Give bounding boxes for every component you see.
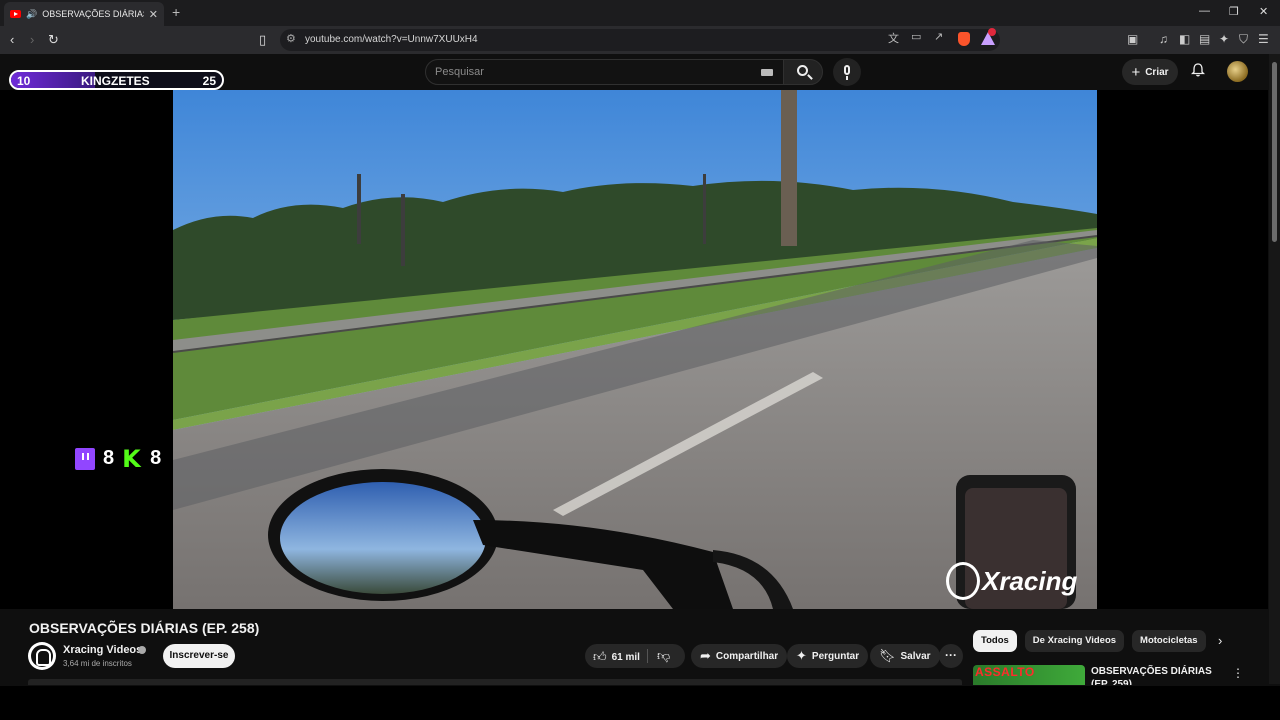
verified-icon [138,646,146,654]
create-button[interactable]: + Criar [1122,59,1178,85]
tab-title: OBSERVAÇÕES DIÁRIAS (EP. 258) [42,9,144,19]
spartan-helmet-icon [946,562,980,600]
search-box[interactable]: Pesquisar [425,59,784,85]
share-arrow-icon: ➦ [700,648,711,663]
search-button[interactable] [783,59,823,85]
like-button[interactable]: 👍︎ 61 mil [593,649,640,665]
voice-search-button[interactable] [833,58,861,86]
chip-motorcycles[interactable]: Motocicletas [1132,630,1206,652]
video-frame[interactable] [173,90,1097,609]
notifications-bell-icon[interactable] [1191,63,1205,77]
stream-scoreboard: 10 KINGZETES 25 [9,70,224,90]
microphone-stand [846,76,848,80]
like-divider [647,649,648,663]
speaker-icon[interactable]: 🔊 [26,9,37,20]
brave-shields-icon[interactable] [958,32,970,46]
restore-icon[interactable]: ❐ [1229,5,1239,18]
search-input[interactable]: Pesquisar [435,66,484,78]
scoreboard-right-value: 25 [202,74,216,88]
keyboard-icon[interactable] [761,69,773,76]
thumbnail-text: ASSALTO [975,665,1035,679]
forward-icon[interactable]: › [30,32,34,47]
scrollbar-thumb[interactable] [1272,62,1277,242]
channel-avatar[interactable] [28,642,56,670]
wallet-icon[interactable]: ▤ [1199,32,1210,46]
taskbar-area [0,686,1280,720]
youtube-favicon-icon [10,10,21,18]
chips-next-icon[interactable]: › [1218,633,1222,648]
back-icon[interactable]: ‹ [10,32,14,47]
sparkle-icon: ✦ [796,648,807,663]
site-settings-icon[interactable]: ⚙ [286,32,296,45]
new-tab-button[interactable]: + [172,4,180,20]
search-icon [797,65,808,76]
scoreboard-left-value: 10 [17,74,31,88]
user-avatar[interactable] [1227,61,1248,82]
vpn-icon[interactable]: ⛉ [1239,32,1248,47]
video-title: OBSERVAÇÕES DIÁRIAS (EP. 258) [29,620,260,636]
create-label: Criar [1145,66,1169,78]
share-icon[interactable]: ↗ [934,30,943,43]
page-scrollbar[interactable] [1269,54,1280,684]
chip-from-channel[interactable]: De Xracing Videos [1024,630,1125,652]
rewards-badge [988,28,996,36]
share-button[interactable]: ➦ Compartilhar [691,644,788,668]
thumbs-down-icon: 👎︎ [657,648,671,663]
watermark-text: Xracing [982,565,1078,596]
channel-name[interactable]: Xracing Videos [63,644,142,656]
save-button[interactable]: 🔖︎ Salvar [870,644,940,668]
subscribe-button[interactable]: Inscrever-se [163,644,235,668]
scoreboard-name: KINGZETES [81,74,150,88]
bookmark-icon[interactable]: ▯ [259,32,266,48]
subscriber-count: 3,64 mi de inscritos [63,659,132,668]
recommended-video-title[interactable]: OBSERVAÇÕES DIÁRIAS (EP. 259) [1091,665,1216,685]
recommended-more-icon[interactable]: ⋮ [1232,666,1244,680]
kick-icon: K [122,444,141,473]
save-label: Salvar [900,650,931,662]
recommendation-chips: Todos De Xracing Videos Motocicletas [973,630,1206,652]
chip-all[interactable]: Todos [973,630,1017,652]
sidebar-panel-icon[interactable]: ▣ [1127,32,1138,46]
menu-icon[interactable]: ☰ [1258,32,1269,46]
recommended-video-thumbnail[interactable]: ASSALTO [973,665,1085,685]
browser-tab-strip: 🔊 OBSERVAÇÕES DIÁRIAS (EP. 258) ✕ + — ❐ … [0,0,1280,26]
close-window-icon[interactable]: ✕ [1259,5,1268,18]
media-icon[interactable]: ♫ [1159,32,1168,46]
bookmark-save-icon: 🔖︎ [879,648,896,663]
browser-toolbar: ‹ › ↻ ▯ ⚙ youtube.com/watch?v=Unnw7XUUxH… [0,26,1280,54]
kick-count: 8 [150,447,162,469]
split-view-icon[interactable]: ◧ [1179,32,1190,46]
more-actions-button[interactable]: ··· [939,644,963,668]
cast-icon[interactable]: ▭ [911,30,921,43]
minimize-icon[interactable]: — [1199,5,1210,17]
twitch-icon [75,447,95,470]
description-box[interactable] [28,679,962,685]
video-player[interactable]: 8 K 8 Xracing [0,90,1268,609]
browser-tab[interactable]: 🔊 OBSERVAÇÕES DIÁRIAS (EP. 258) ✕ [4,2,164,26]
video-scene [173,90,1097,609]
like-dislike-group: 👍︎ 61 mil 👎︎ [585,644,685,668]
stream-viewer-counts: 8 K 8 [75,444,162,473]
translate-icon[interactable]: 文 [888,30,899,46]
dislike-button[interactable]: 👎︎ [657,648,670,664]
thumbs-up-icon: 👍︎ [593,649,607,664]
leo-ai-icon[interactable]: ✦ [1219,32,1229,46]
ask-label: Perguntar [811,650,860,662]
plus-icon: + [1131,63,1141,81]
channel-avatar-logo [31,645,53,667]
xracing-watermark: Xracing [946,562,1077,600]
microphone-icon [844,65,850,75]
share-label: Compartilhar [715,650,779,662]
reload-icon[interactable]: ↻ [48,32,59,48]
twitch-count: 8 [103,447,115,469]
like-count: 61 mil [611,651,640,663]
url-text[interactable]: youtube.com/watch?v=Unnw7XUUxH4 [305,34,478,45]
ask-button[interactable]: ✦ Perguntar [787,644,869,668]
close-tab-icon[interactable]: ✕ [149,8,158,21]
